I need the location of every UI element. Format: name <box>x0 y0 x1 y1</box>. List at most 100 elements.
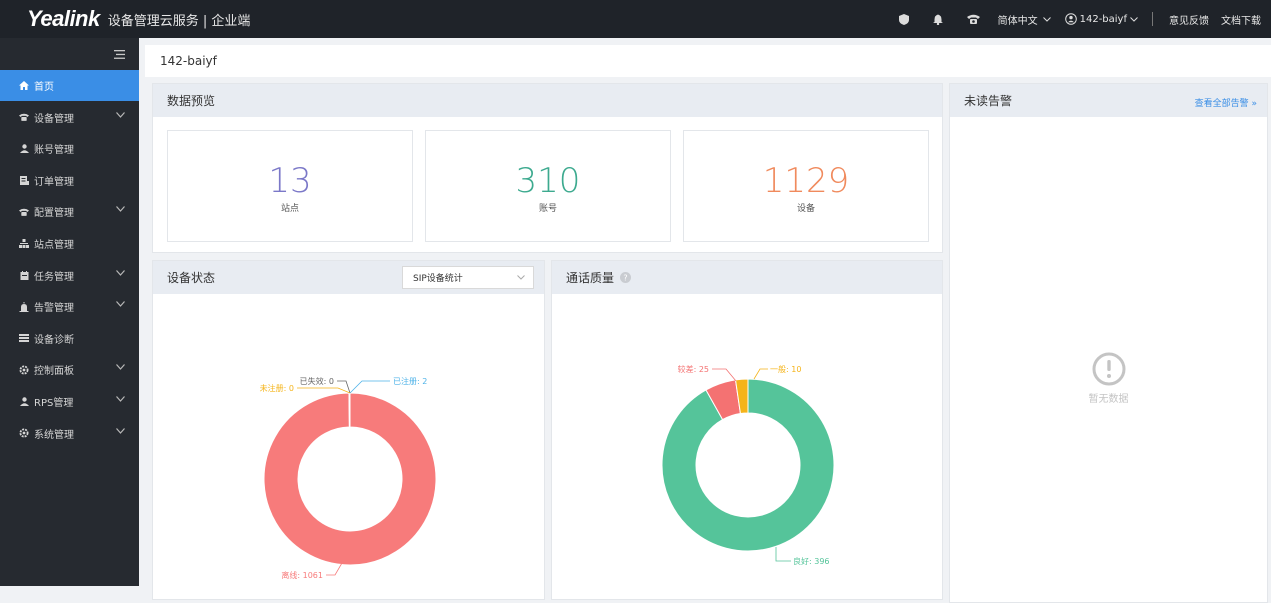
sidebar-item[interactable]: 设备诊断 <box>0 323 139 354</box>
chart-label-line-1 <box>712 368 737 382</box>
breadcrumb: 142-baiyf <box>145 45 1271 77</box>
stat-value: 13 <box>268 161 312 201</box>
user-icon <box>18 144 30 154</box>
panel-header: 设备状态 SIP设备统计 <box>153 261 544 294</box>
call-quality-donut-chart: 良好: 396 较差: 25 一般: 10 <box>661 364 835 566</box>
chevron-down-icon <box>1042 16 1051 22</box>
sidebar-item-label: 任务管理 <box>34 271 74 283</box>
home-icon <box>18 81 30 90</box>
chart-data-label: 已注册: 2 <box>393 376 427 386</box>
sidebar-item[interactable]: 系统管理 <box>0 418 139 449</box>
sidebar-item[interactable]: 任务管理 <box>0 260 139 291</box>
sidebar-item[interactable]: 配置管理 <box>0 196 139 227</box>
chevron-down-icon <box>116 206 125 213</box>
app-title: 设备管理云服务 | 企业端 <box>107 13 251 29</box>
sidebar-item-label: 设备管理 <box>34 113 74 125</box>
chart-label-line-0 <box>775 547 791 562</box>
chart-slice-1[interactable] <box>348 392 351 428</box>
user-name: 142-baiyf <box>1079 13 1127 25</box>
phone-icon <box>18 113 30 121</box>
phone-icon <box>18 208 30 216</box>
chevron-down-icon <box>116 111 125 118</box>
call-quality-panel: 通话质量 ? 良好: 396 较差: 25 一般: 10 <box>551 260 943 600</box>
user-icon <box>1064 13 1077 25</box>
chevron-down-icon <box>116 364 125 371</box>
sidebar-item[interactable]: 控制面板 <box>0 354 139 385</box>
help-icon[interactable]: ? <box>620 272 632 283</box>
panel-title: 未读告警 <box>964 94 1013 108</box>
top-bar: Yealink 设备管理云服务 | 企业端 简体中文 142-baiyf 意见反… <box>0 0 1271 38</box>
sidebar-item[interactable]: 站点管理 <box>0 228 139 259</box>
language-label: 简体中文 <box>997 15 1038 27</box>
stat-label: 设备 <box>796 204 815 214</box>
sidebar-toggle-button[interactable] <box>0 38 139 70</box>
sidebar-item[interactable]: 首页 <box>0 70 139 101</box>
exclamation-circle-icon <box>1092 352 1125 386</box>
sidebar-item[interactable]: 订单管理 <box>0 165 139 196</box>
view-all-alerts-link[interactable]: 查看全部告警 » <box>1195 96 1257 109</box>
panel-title: 数据预览 <box>167 94 216 108</box>
stat-label: 账号 <box>538 204 557 214</box>
top-right-toolbar: 简体中文 142-baiyf 意见反馈 文档下载 <box>883 0 1261 38</box>
chevron-down-icon <box>517 275 525 280</box>
select-value: SIP设备统计 <box>413 274 463 284</box>
sidebar-item-label: 告警管理 <box>34 303 74 315</box>
chart-data-label: 一般: 10 <box>770 364 801 374</box>
sidebar-item-label: 首页 <box>34 82 54 93</box>
divider <box>1152 12 1153 26</box>
bell-icon[interactable] <box>932 14 943 25</box>
device-status-panel: 设备状态 SIP设备统计 离线: 1061 已注册: 2 已失效: 0 未注册: 0 <box>152 260 545 600</box>
chevron-down-icon <box>116 427 125 434</box>
chart-label-line-3 <box>297 387 351 394</box>
sidebar-item-label: 账号管理 <box>34 145 74 157</box>
chart-data-label: 较差: 25 <box>678 364 709 374</box>
sidebar: 首页设备管理账号管理订单管理配置管理站点管理任务管理告警管理设备诊断控制面板 RP… <box>0 38 139 586</box>
sidebar-item[interactable]: 告警管理 <box>0 291 139 322</box>
sidebar-item[interactable]: 设备管理 <box>0 102 139 133</box>
sidebar-item-label: 控制面板 <box>34 366 74 378</box>
sidebar-item-label: 系统管理 <box>34 429 74 441</box>
panel-title: 设备状态 <box>167 271 216 285</box>
sidebar-item-label: 配置管理 <box>34 208 74 220</box>
yealink-logo[interactable]: Yealink <box>27 6 100 32</box>
sidebar-item-label: RPS管理 <box>34 398 74 409</box>
sidebar-item[interactable]: RPS管理 <box>0 386 139 417</box>
user-menu[interactable]: 142-baiyf <box>1064 13 1138 25</box>
sidebar-item-label: 站点管理 <box>34 240 74 251</box>
device-type-select[interactable]: SIP设备统计 <box>402 266 534 289</box>
chevron-down-icon <box>116 396 125 402</box>
shield-icon[interactable] <box>898 13 909 25</box>
sidebar-item-label: 订单管理 <box>34 176 74 188</box>
sidebar-item-label: 设备诊断 <box>34 334 74 346</box>
chart-label-line-2 <box>337 380 351 394</box>
panel-title: 通话质量 <box>566 271 615 285</box>
chart-data-label: 离线: 1061 <box>281 570 323 580</box>
gear-icon <box>18 365 30 375</box>
svg-text:?: ? <box>623 273 627 282</box>
stat-card-accounts[interactable]: 310 账号 <box>425 130 671 242</box>
chart-data-label: 已失效: 0 <box>300 376 334 386</box>
phone-icon[interactable] <box>966 14 980 24</box>
sidebar-item[interactable]: 账号管理 <box>0 133 139 164</box>
stat-card-devices[interactable]: 1129 设备 <box>683 130 929 242</box>
task-icon <box>18 270 30 280</box>
breadcrumb-current: 142-baiyf <box>160 54 217 68</box>
panel-header: 数据预览 <box>153 84 942 117</box>
docs-download-link[interactable]: 文档下载 <box>1221 12 1261 27</box>
feedback-link[interactable]: 意见反馈 <box>1169 12 1209 27</box>
overview-panel: 数据预览 13 站点 310 账号 1129 设备 <box>152 83 943 253</box>
chart-data-label: 良好: 396 <box>793 556 830 566</box>
user-icon <box>18 397 30 406</box>
alarm-icon <box>18 301 30 312</box>
empty-state-text: 暂无数据 <box>1088 394 1129 405</box>
diagnose-icon <box>18 334 30 343</box>
chevron-down-icon <box>116 269 125 276</box>
chart-label-line-2 <box>753 368 768 380</box>
language-select[interactable]: 简体中文 <box>998 12 1051 27</box>
stat-card-sites[interactable]: 13 站点 <box>167 130 413 242</box>
panel-header: 通话质量 ? <box>552 261 942 294</box>
order-icon <box>18 175 30 185</box>
empty-state: 暂无数据 <box>950 352 1267 405</box>
alerts-panel: 未读告警 查看全部告警 » 暂无数据 <box>949 83 1268 603</box>
chevron-down-icon <box>1130 16 1138 22</box>
